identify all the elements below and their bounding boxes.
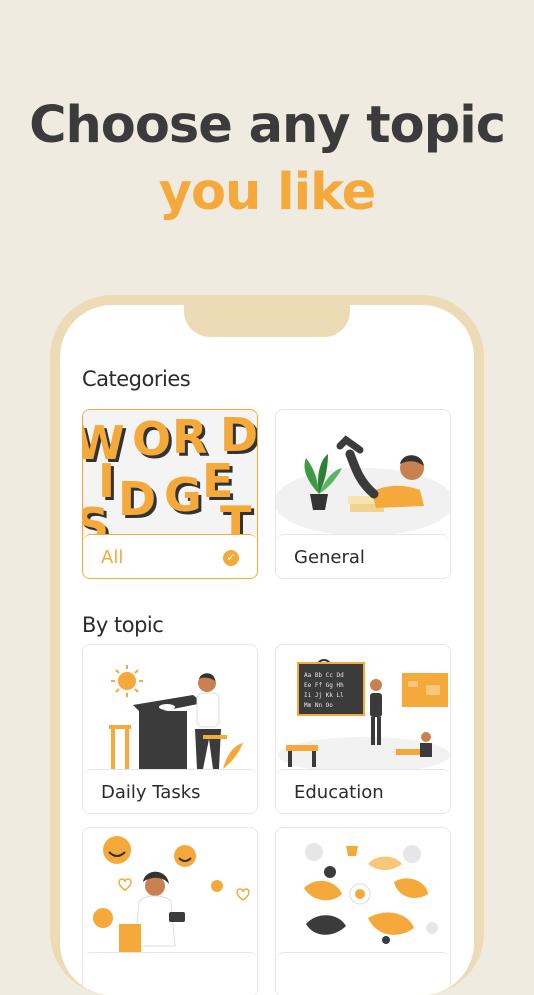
topic-label-education: Education — [276, 769, 450, 813]
topic-card-education[interactable]: Aa Bb Cc Dd Ee Ff Gg Hh Ii Jj Kk Ll Mm N… — [275, 644, 451, 814]
reading-person-illustration — [276, 410, 450, 534]
topic-label-daily-tasks: Daily Tasks — [83, 769, 257, 813]
svg-text:T: T — [220, 496, 252, 534]
topic-label-emotions — [83, 952, 257, 995]
svg-text:D: D — [118, 472, 156, 526]
topic-card-food[interactable] — [275, 827, 451, 995]
headline-line-1: Choose any topic — [29, 96, 506, 155]
svg-text:Aa Bb Cc Dd: Aa Bb Cc Dd — [304, 672, 344, 679]
daily-tasks-illustration — [83, 645, 257, 769]
classroom-illustration: Aa Bb Cc Dd Ee Ff Gg Hh Ii Jj Kk Ll Mm N… — [276, 645, 450, 769]
category-card-all[interactable]: OO RR DD WW II DD GG EE TT SS All ✓ — [82, 409, 258, 579]
phone-screen: Categories OO RR DD WW II DD GG EE TT — [60, 305, 474, 995]
phone-frame: Categories OO RR DD WW II DD GG EE TT — [50, 295, 484, 995]
check-circle-icon: ✓ — [223, 550, 239, 566]
category-all-text: All — [101, 547, 124, 568]
svg-text:S: S — [83, 498, 109, 534]
categories-heading: Categories — [82, 367, 191, 391]
phone-notch — [184, 305, 350, 337]
emoji-person-illustration — [83, 828, 257, 952]
food-illustration — [276, 828, 450, 952]
topic-label-food — [276, 952, 450, 995]
category-label-general: General — [276, 534, 450, 578]
headline-line-2: you like — [158, 163, 376, 222]
svg-text:Ii Jj Kk Ll: Ii Jj Kk Ll — [304, 692, 344, 699]
svg-text:Ee Ff Gg Hh: Ee Ff Gg Hh — [304, 682, 344, 689]
svg-text:Mm Nn Oo: Mm Nn Oo — [304, 702, 333, 709]
category-label-all: All ✓ — [83, 534, 257, 578]
by-topic-heading: By topic — [82, 613, 164, 637]
svg-text:G: G — [164, 468, 202, 522]
category-card-general[interactable]: General — [275, 409, 451, 579]
topic-card-daily-tasks[interactable]: Daily Tasks — [82, 644, 258, 814]
word-tiles-illustration: OO RR DD WW II DD GG EE TT SS — [83, 410, 257, 534]
topic-card-emotions[interactable] — [82, 827, 258, 995]
svg-text:O: O — [132, 412, 171, 466]
